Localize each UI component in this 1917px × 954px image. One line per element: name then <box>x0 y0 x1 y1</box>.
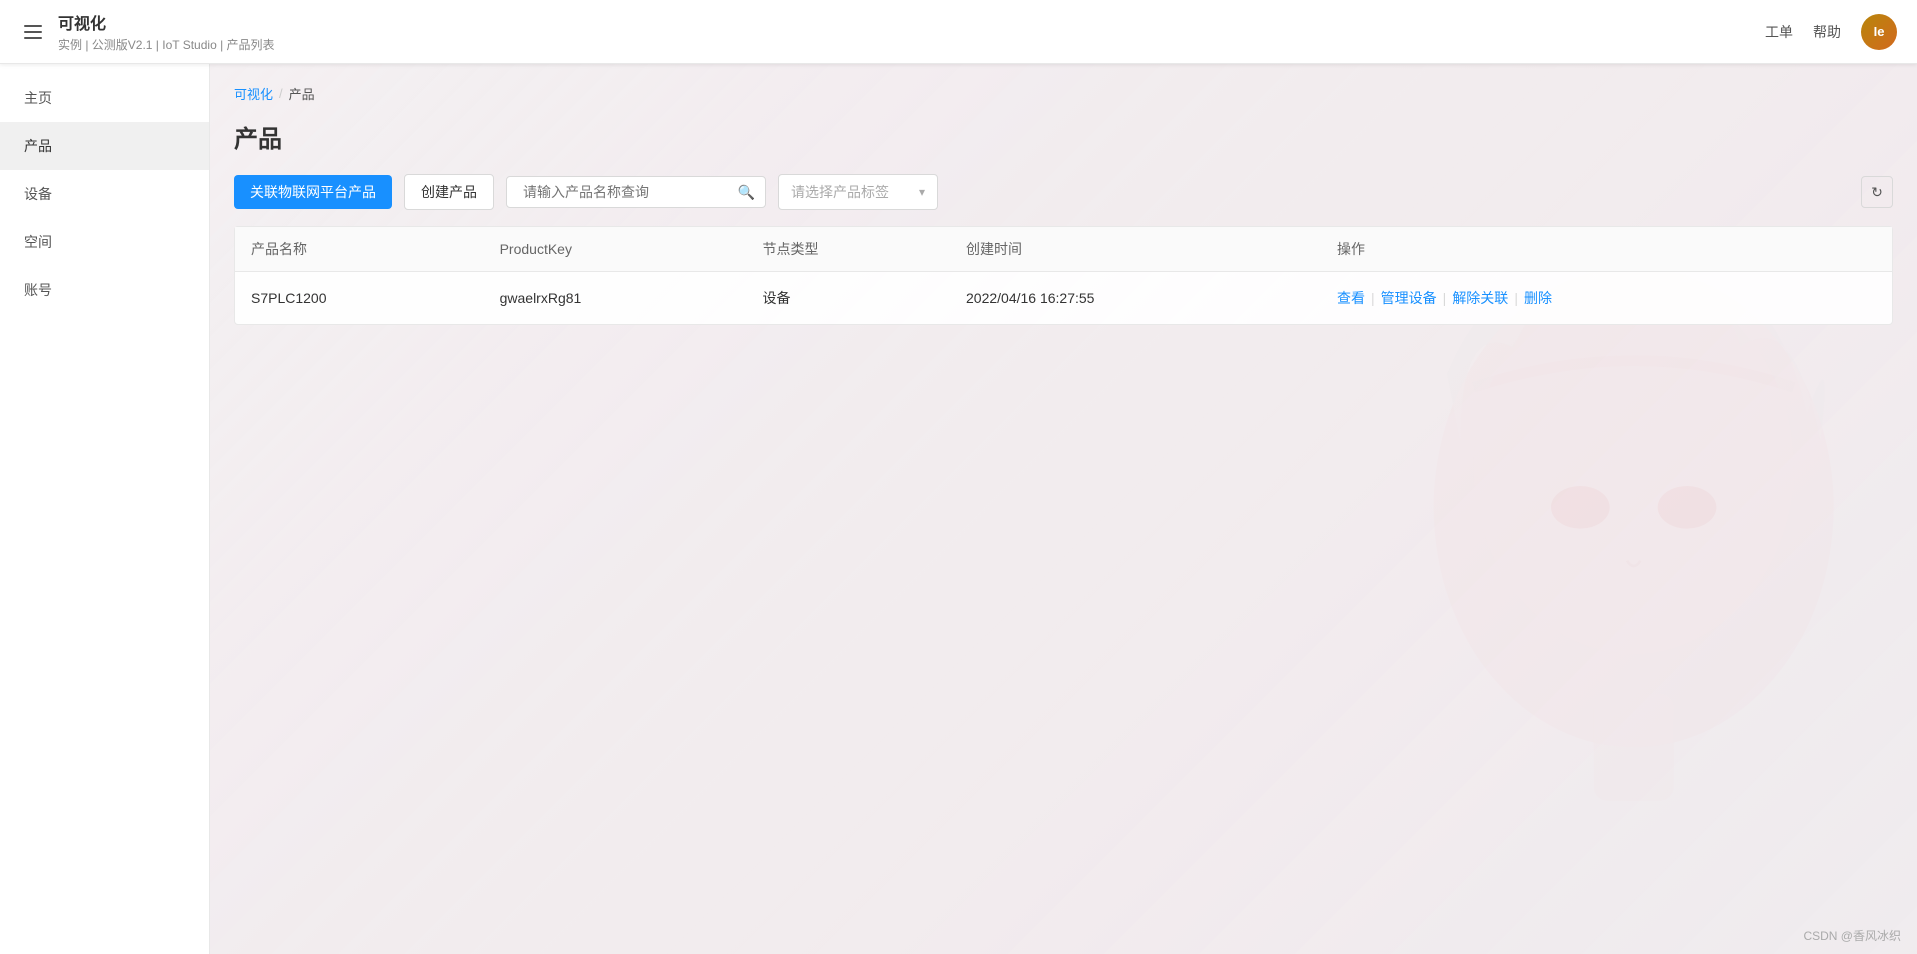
refresh-icon: ↻ <box>1871 184 1883 201</box>
chevron-down-icon: ▾ <box>919 185 925 199</box>
sidebar-item-space[interactable]: 空间 <box>0 218 209 266</box>
page-title: 产品 <box>234 119 1893 154</box>
header-right: 工单 帮助 Ie <box>1765 14 1897 50</box>
help-button[interactable]: 帮助 <box>1813 22 1841 42</box>
cell-created-time: 2022/04/16 16:27:55 <box>950 272 1321 325</box>
sidebar-item-device[interactable]: 设备 <box>0 170 209 218</box>
sidebar-item-product[interactable]: 产品 <box>0 122 209 170</box>
cell-productkey: gwaelrxRg81 <box>484 272 747 325</box>
avatar[interactable]: Ie <box>1861 14 1897 50</box>
col-action: 操作 <box>1321 227 1892 272</box>
search-icon: 🔍 <box>738 184 755 201</box>
avatar-text: Ie <box>1874 24 1885 39</box>
sidebar-item-product-label: 产品 <box>24 138 52 154</box>
tag-select-placeholder: 请选择产品标签 <box>791 182 911 202</box>
menu-icon[interactable] <box>20 21 46 43</box>
cell-product-name: S7PLC1200 <box>235 272 484 325</box>
workorder-button[interactable]: 工单 <box>1765 22 1793 42</box>
col-productkey: ProductKey <box>484 227 747 272</box>
sidebar-item-account[interactable]: 账号 <box>0 266 209 314</box>
main-content: 可视化 / 产品 产品 关联物联网平台产品 创建产品 🔍 请选择产品标签 ▾ ↻… <box>210 64 1917 954</box>
col-name: 产品名称 <box>235 227 484 272</box>
breadcrumb-separator: / <box>279 86 283 101</box>
sidebar-item-device-label: 设备 <box>24 186 52 202</box>
action-sep-3: | <box>1514 290 1518 306</box>
action-sep-1: | <box>1371 290 1375 306</box>
toolbar: 关联物联网平台产品 创建产品 🔍 请选择产品标签 ▾ ↻ <box>234 174 1893 210</box>
tag-select-dropdown[interactable]: 请选择产品标签 ▾ <box>778 174 938 210</box>
sidebar: 主页 产品 设备 空间 账号 <box>0 64 210 954</box>
breadcrumb-root[interactable]: 可视化 <box>234 84 273 103</box>
breadcrumb-current: 产品 <box>289 84 315 103</box>
search-input[interactable] <box>517 177 738 207</box>
action-view[interactable]: 查看 <box>1337 288 1365 308</box>
refresh-button[interactable]: ↻ <box>1861 176 1893 208</box>
table-header: 产品名称 ProductKey 节点类型 创建时间 操作 <box>235 227 1892 272</box>
breadcrumb: 可视化 / 产品 <box>234 84 1893 103</box>
col-node-type: 节点类型 <box>747 227 950 272</box>
create-product-button[interactable]: 创建产品 <box>404 174 494 210</box>
search-box: 🔍 <box>506 176 766 208</box>
link-iot-button[interactable]: 关联物联网平台产品 <box>234 175 392 209</box>
app-title: 可视化 <box>58 10 275 34</box>
sidebar-item-space-label: 空间 <box>24 234 52 250</box>
product-table: 产品名称 ProductKey 节点类型 创建时间 操作 S7PLC1200 g… <box>235 227 1892 324</box>
header-title-group: 可视化 实例 | 公测版V2.1 | IoT Studio | 产品列表 <box>58 10 275 53</box>
cell-actions: 查看 | 管理设备 | 解除关联 | 删除 <box>1321 272 1892 325</box>
sidebar-item-home[interactable]: 主页 <box>0 74 209 122</box>
table-row: S7PLC1200 gwaelrxRg81 设备 2022/04/16 16:2… <box>235 272 1892 325</box>
action-delete[interactable]: 删除 <box>1524 288 1552 308</box>
cell-node-type: 设备 <box>747 272 950 325</box>
sidebar-item-home-label: 主页 <box>24 90 52 106</box>
col-created-time: 创建时间 <box>950 227 1321 272</box>
action-sep-2: | <box>1443 290 1447 306</box>
table-body: S7PLC1200 gwaelrxRg81 设备 2022/04/16 16:2… <box>235 272 1892 325</box>
header: 可视化 实例 | 公测版V2.1 | IoT Studio | 产品列表 工单 … <box>0 0 1917 64</box>
app-subtitle: 实例 | 公测版V2.1 | IoT Studio | 产品列表 <box>58 36 275 53</box>
action-manage-device[interactable]: 管理设备 <box>1381 288 1437 308</box>
header-left: 可视化 实例 | 公测版V2.1 | IoT Studio | 产品列表 <box>20 10 275 53</box>
actions-cell: 查看 | 管理设备 | 解除关联 | 删除 <box>1337 288 1876 308</box>
sidebar-item-account-label: 账号 <box>24 282 52 298</box>
action-unlink[interactable]: 解除关联 <box>1452 288 1508 308</box>
product-table-container: 产品名称 ProductKey 节点类型 创建时间 操作 S7PLC1200 g… <box>234 226 1893 325</box>
